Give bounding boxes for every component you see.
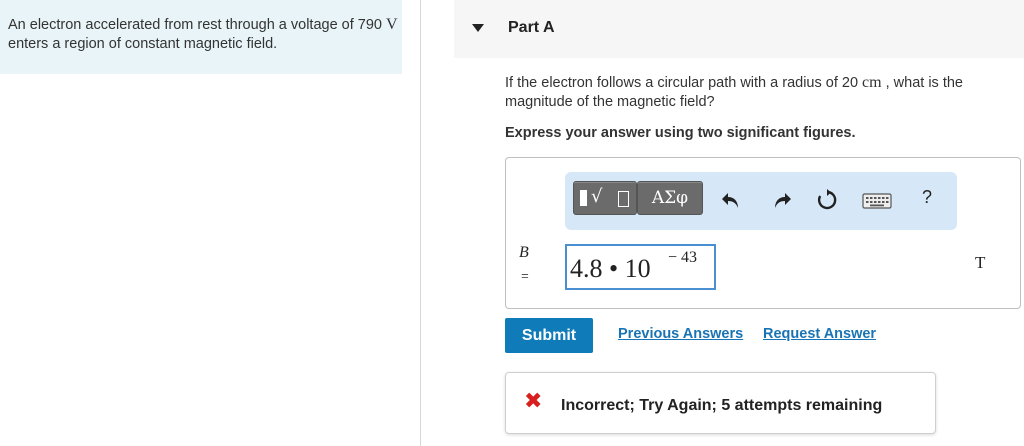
answer-unit: T [975,253,986,272]
part-title: Part A [508,19,555,36]
column-divider [420,0,421,446]
voltage-unit: V [386,16,398,33]
variable-b: B [519,244,529,261]
template-box-glyph [618,191,629,207]
previous-answers-link[interactable]: Previous Answers [618,326,743,342]
answer-variable-label: B = [519,244,529,283]
help-icon[interactable]: ? [915,187,939,211]
reset-icon[interactable] [815,188,839,212]
question-text: If the electron follows a circular path … [505,73,1010,112]
answer-input[interactable]: 4.8 • 10 − 43 [565,244,716,290]
greek-symbols-icon[interactable]: ΑΣφ [637,181,703,215]
math-toolbar: √ ΑΣφ ? [565,172,957,230]
request-answer-link[interactable]: Request Answer [763,326,876,342]
redo-icon[interactable] [770,188,794,212]
templates-icon[interactable]: √ [573,181,637,215]
undo-icon[interactable] [719,188,743,212]
submit-button[interactable]: Submit [505,318,593,353]
problem-statement-panel: An electron accelerated from rest throug… [0,0,402,74]
answer-instruction: Express your answer using two significan… [505,125,856,141]
part-header[interactable]: Part A [454,0,1024,58]
feedback-box: ✖ Incorrect; Try Again; 5 attempts remai… [505,372,936,434]
x-icon: ✖ [524,389,543,414]
problem-text-end: enters a region of constant magnetic fie… [8,36,278,52]
keyboard-icon[interactable] [862,192,892,210]
problem-text: An electron accelerated from rest throug… [8,15,398,54]
template-block-glyph [580,190,587,206]
equals-sign: = [521,268,529,283]
answer-mantissa: 4.8 • 10 [570,254,651,283]
sqrt-glyph: √ [591,186,603,207]
feedback-text: Incorrect; Try Again; 5 attempts remaini… [561,397,883,414]
answer-exponent: − 43 [668,249,698,266]
radius-unit: cm [862,74,882,91]
collapse-triangle-icon[interactable] [472,24,484,32]
question-text-part: If the electron follows a circular path … [505,75,863,91]
problem-text-part: An electron accelerated from rest throug… [8,17,387,33]
